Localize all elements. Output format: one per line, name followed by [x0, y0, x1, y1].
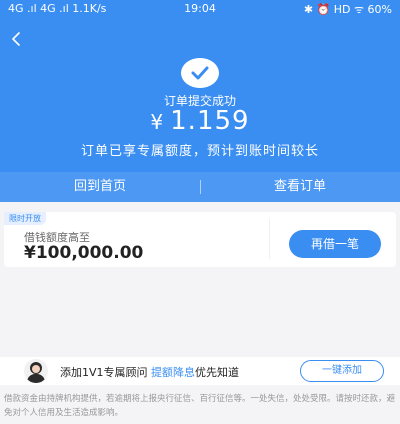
advisor-highlight: 提额降息: [151, 366, 196, 379]
view-order-button[interactable]: 查看订单: [200, 172, 400, 202]
success-header: 4G .ıl 4G .ıl 1.1K/s 19:04 ✱ ⏰ HD ᯤ 60% …: [0, 0, 400, 202]
advisor-text-after: 优先知道: [195, 366, 240, 379]
checkmark-icon: [191, 66, 209, 80]
status-bar: 4G .ıl 4G .ıl 1.1K/s 19:04 ✱ ⏰ HD ᯤ 60%: [0, 0, 400, 18]
success-badge: [181, 58, 219, 88]
amount-value: 1.159: [170, 106, 250, 136]
order-amount: ¥1.159: [0, 106, 400, 136]
advisor-avatar: [24, 359, 48, 383]
disclaimer-text: 借款资金由持牌机构提供，若逾期将上报央行征信、百行征信等。一处失信，处处受限。请…: [4, 394, 396, 418]
currency-symbol: ¥: [150, 110, 165, 134]
add-advisor-button[interactable]: 一键添加: [300, 360, 384, 382]
device-status: ✱ ⏰ HD ᯤ 60%: [303, 3, 392, 16]
advisor-text: 添加1V1专属顾问 提额降息优先知道: [60, 364, 239, 380]
limited-time-badge: 限时开放: [4, 212, 46, 225]
arrival-note: 订单已享专属额度，预计到账时间较长: [80, 144, 319, 159]
back-home-button[interactable]: 回到首页: [0, 172, 200, 202]
card-divider: [269, 219, 270, 259]
loan-limit-card: 限时开放 借钱额度高至 ¥100,000.00 再借一笔: [4, 212, 396, 267]
back-arrow-icon[interactable]: [6, 28, 28, 50]
avatar-body: [27, 374, 45, 383]
avatar-face: [32, 365, 40, 373]
advisor-text-before: 添加1V1专属顾问: [60, 366, 152, 379]
limit-value: ¥100,000.00: [24, 243, 144, 263]
action-bar: 回到首页 查看订单: [0, 172, 400, 202]
borrow-again-button[interactable]: 再借一笔: [289, 230, 381, 258]
advisor-banner[interactable]: 添加1V1专属顾问 提额降息优先知道 一键添加: [0, 357, 400, 385]
